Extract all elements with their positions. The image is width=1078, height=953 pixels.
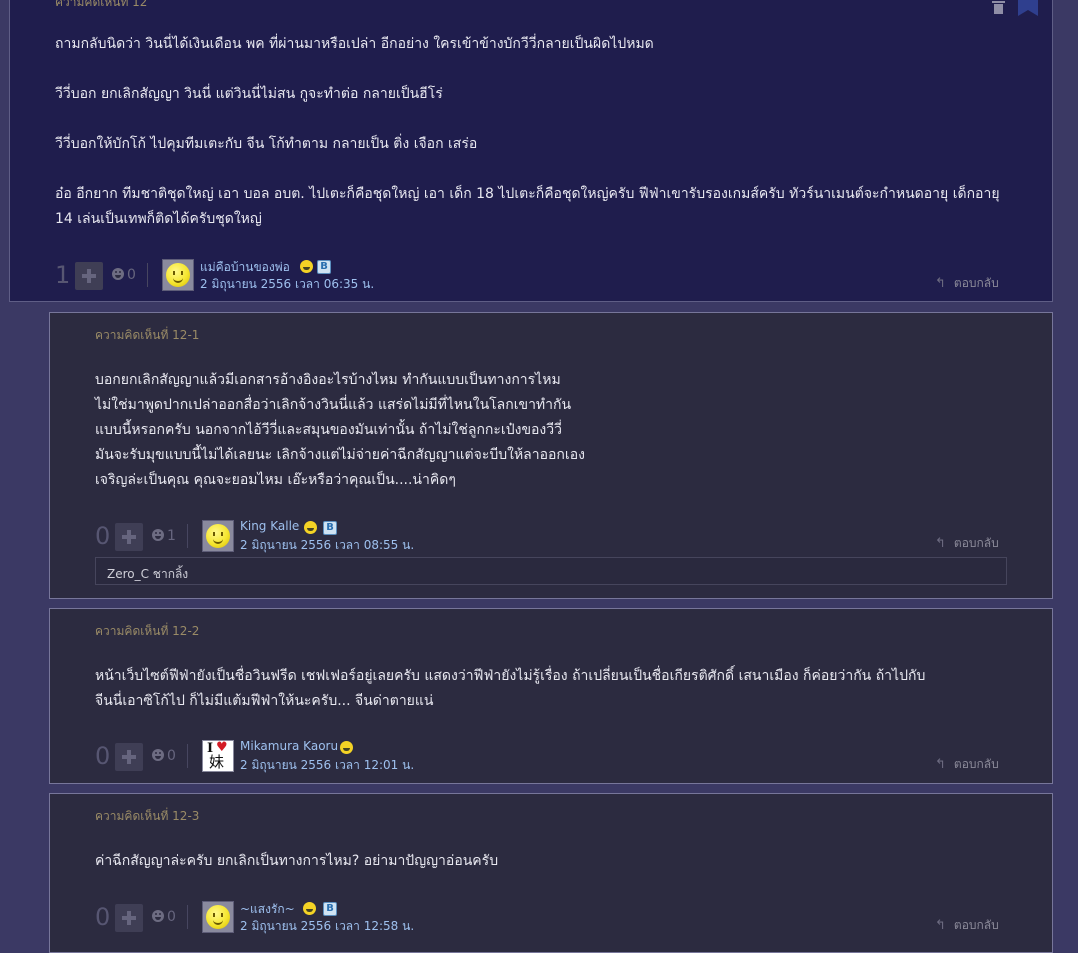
reply-link[interactable]: ↰ ตอบกลับ <box>935 755 999 774</box>
vote-score: 0 <box>95 742 111 770</box>
reply-label: ตอบกลับ <box>953 918 999 932</box>
comment-footer: 0 1 King Kalle B 2 มิถุนายน 2556 เวลา 08… <box>95 519 1040 554</box>
b-badge: B <box>317 260 331 274</box>
comment-line: แบบนี้หรอกครับ นอกจากไอ้วีวี่และสมุนของม… <box>95 422 562 438</box>
avatar[interactable] <box>162 259 194 291</box>
comment-12-2: ความคิดเห็นที่ 12-2 หน้าเว็บไซต์ฟีฟ่ายัง… <box>49 608 1053 784</box>
divider <box>187 905 188 929</box>
emoticon-badge <box>300 260 313 273</box>
reply-arrow-icon: ↰ <box>935 276 946 291</box>
post-date: 2 มิถุนายน 2556 เวลา 08:55 น. <box>240 538 415 552</box>
comment-paragraph: วีวี่บอกให้บักโก้ ไปคุมทีมเตะกับ จีน โก้… <box>55 136 478 152</box>
emotion-count: 0 <box>127 267 136 283</box>
comment-line: บอกยกเลิกสัญญาแล้วมีเอกสารอ้างอิงอะไรบ้า… <box>95 372 561 388</box>
avatar-text: 妹 <box>209 753 225 771</box>
b-badge: B <box>323 521 337 535</box>
comment-footer: 0 0 ~แสงรัก~ B 2 มิถุนายน 2556 เวลา 12:5… <box>95 901 1040 935</box>
divider <box>187 524 188 548</box>
plus-vote-button[interactable] <box>115 743 143 771</box>
emotion-icon[interactable] <box>152 749 164 761</box>
comment-header: ความคิดเห็นที่ 12 <box>55 0 148 9</box>
emoticon-badge <box>303 902 316 915</box>
comment-body: ค่าฉีกสัญญาล่ะครับ ยกเลิกเป็นทางการไหม? … <box>95 849 1035 874</box>
plus-vote-button[interactable] <box>75 262 103 290</box>
post-date: 2 มิถุนายน 2556 เวลา 06:35 น. <box>200 277 375 291</box>
reply-label: ตอบกลับ <box>953 536 999 550</box>
emotion-icon[interactable] <box>152 910 164 922</box>
reply-label: ตอบกลับ <box>953 757 999 771</box>
trash-icon[interactable] <box>992 0 1006 15</box>
reply-arrow-icon: ↰ <box>935 757 946 772</box>
emoticon-badge <box>340 741 353 754</box>
comment-line: จีนนี่เอาซิโก้ไป ก็ไม่มีแต้มฟีฟ่าให้นะคร… <box>95 693 434 709</box>
comment-paragraph: อ๋อ อีกยาก ทีมชาติชุดใหญ่ เอา บอล อบต. ไ… <box>55 186 1000 227</box>
comment-header: ความคิดเห็นที่ 12-3 <box>95 809 200 823</box>
reply-link[interactable]: ↰ ตอบกลับ <box>935 274 999 293</box>
b-badge: B <box>323 902 337 916</box>
comment-footer: 0 0 I ♥ 妹 Mikamura Kaoru 2 มิถุนายน 2556… <box>95 739 1040 774</box>
comment-header: ความคิดเห็นที่ 12-2 <box>95 624 200 638</box>
comment-paragraph: วีวี่บอก ยกเลิกสัญญา วินนี่ แต่วินนี่ไม่… <box>55 86 443 102</box>
comment-footer: 1 0 แม่คือบ้านของพ่อ B 2 มิถุนายน 2556 เ… <box>55 259 1040 293</box>
smiley-avatar <box>206 905 230 929</box>
username-link[interactable]: King Kalle <box>240 519 299 533</box>
avatar[interactable] <box>202 901 234 933</box>
emotion-count: 0 <box>167 748 176 764</box>
comment-body: ถามกลับนิดว่า วินนี่ได้เงินเดือน พค ที่ผ… <box>55 32 1015 232</box>
username-link[interactable]: Mikamura Kaoru <box>240 739 338 753</box>
cite-box: Zero_C ชากลิ้ง <box>95 557 1007 585</box>
post-date: 2 มิถุนายน 2556 เวลา 12:01 น. <box>240 758 415 772</box>
comment-line: มันจะรับมุขแบบนี้ไม่ได้เลยนะ เลิกจ้างแต่… <box>95 447 585 463</box>
bookmark-icon[interactable] <box>1018 0 1038 16</box>
post-date: 2 มิถุนายน 2556 เวลา 12:58 น. <box>240 919 415 933</box>
reply-link[interactable]: ↰ ตอบกลับ <box>935 534 999 553</box>
reply-arrow-icon: ↰ <box>935 536 946 551</box>
emotion-count: 1 <box>167 528 176 544</box>
vote-score: 0 <box>95 522 111 550</box>
comment-12-1: ความคิดเห็นที่ 12-1 บอกยกเลิกสัญญาแล้วมี… <box>49 312 1053 599</box>
reply-label: ตอบกลับ <box>953 276 999 290</box>
comment-line: ไม่ใช่มาพูดปากเปล่าออกสื่อว่าเลิกจ้างวิน… <box>95 397 572 413</box>
comment-12-3: ความคิดเห็นที่ 12-3 ค่าฉีกสัญญาล่ะครับ ย… <box>49 793 1053 953</box>
comment-body: บอกยกเลิกสัญญาแล้วมีเอกสารอ้างอิงอะไรบ้า… <box>95 368 1035 493</box>
divider <box>147 263 148 287</box>
emotion-count: 0 <box>167 909 176 925</box>
comment-header: ความคิดเห็นที่ 12-1 <box>95 328 200 342</box>
reply-arrow-icon: ↰ <box>935 918 946 933</box>
emotion-icon[interactable] <box>112 268 124 280</box>
comment-line: เจริญล่ะเป็นคุณ คุณจะยอมไหม เอ๊ะหรือว่าค… <box>95 472 456 488</box>
divider <box>187 744 188 768</box>
smiley-avatar <box>206 524 230 548</box>
avatar[interactable]: I ♥ 妹 <box>202 740 234 772</box>
comment-line: ค่าฉีกสัญญาล่ะครับ ยกเลิกเป็นทางการไหม? … <box>95 853 499 869</box>
avatar[interactable] <box>202 520 234 552</box>
reply-link[interactable]: ↰ ตอบกลับ <box>935 916 999 935</box>
comment-body: หน้าเว็บไซต์ฟีฟ่ายังเป็นชื่อวินฟรีด เชฟเ… <box>95 664 1050 714</box>
plus-vote-button[interactable] <box>115 904 143 932</box>
emoticon-badge <box>304 521 317 534</box>
comment-paragraph: ถามกลับนิดว่า วินนี่ได้เงินเดือน พค ที่ผ… <box>55 36 654 52</box>
emotion-icon[interactable] <box>152 529 164 541</box>
smiley-avatar <box>166 263 190 287</box>
comment-line: หน้าเว็บไซต์ฟีฟ่ายังเป็นชื่อวินฟรีด เชฟเ… <box>95 668 926 684</box>
plus-vote-button[interactable] <box>115 523 143 551</box>
vote-score: 0 <box>95 903 111 931</box>
vote-score: 1 <box>55 261 71 289</box>
